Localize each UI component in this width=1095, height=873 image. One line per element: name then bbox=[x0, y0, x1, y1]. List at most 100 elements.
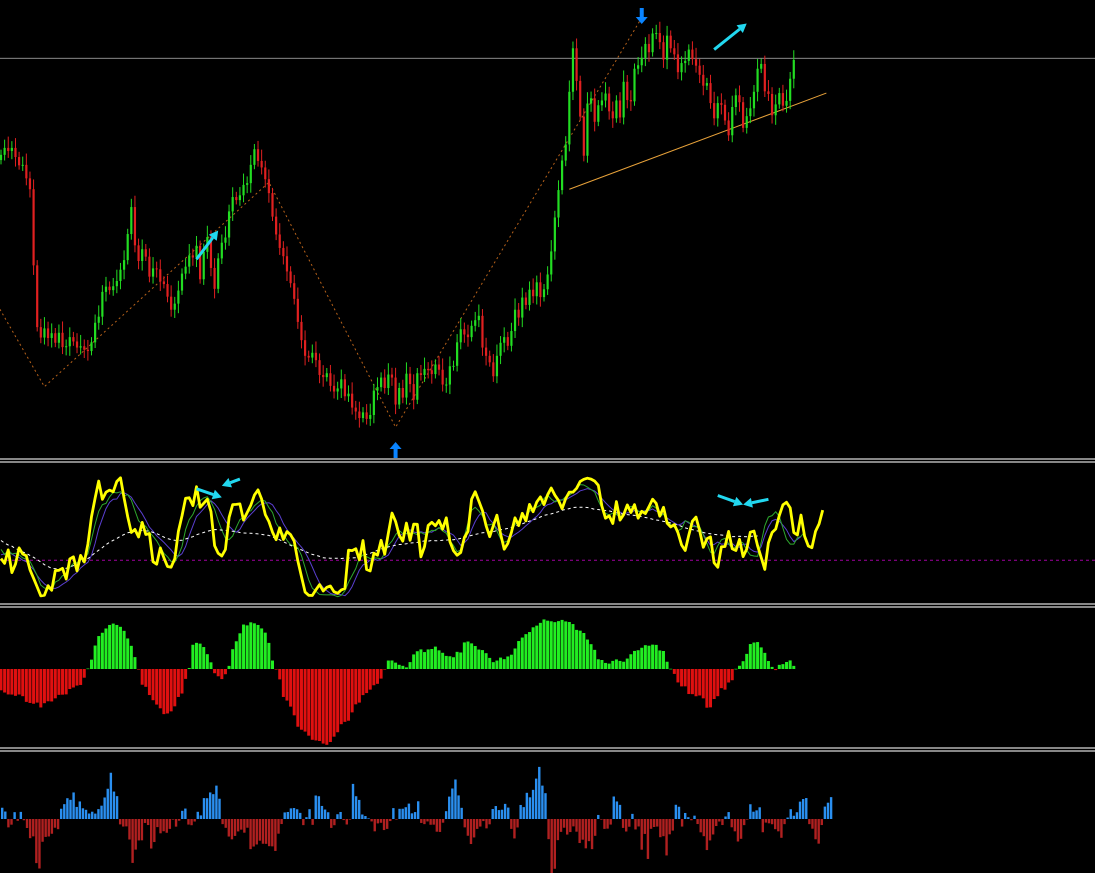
candle-body bbox=[224, 237, 227, 243]
volume-delta-bar bbox=[227, 819, 231, 837]
histogram-bar bbox=[347, 669, 351, 721]
volume-delta-bar bbox=[410, 813, 414, 819]
histogram-bar bbox=[423, 652, 427, 669]
candle-body bbox=[575, 48, 578, 81]
histogram-bar bbox=[61, 669, 65, 695]
volume-delta-bar bbox=[385, 819, 389, 829]
candle-body bbox=[745, 116, 748, 128]
candle-body bbox=[564, 144, 567, 161]
volume-delta-bar bbox=[792, 815, 796, 819]
volume-delta-bar bbox=[699, 819, 702, 833]
volume-delta-bar bbox=[739, 819, 743, 839]
volume-delta-bar bbox=[510, 819, 513, 829]
candle-body bbox=[108, 286, 111, 291]
volume-delta-bar bbox=[100, 805, 103, 819]
histogram-bar bbox=[354, 669, 358, 705]
candle-body bbox=[474, 320, 477, 326]
volume-delta-bar bbox=[454, 779, 457, 819]
histogram-bar bbox=[104, 628, 108, 669]
histogram-bar bbox=[444, 655, 448, 669]
histogram-bar bbox=[419, 649, 423, 669]
volume-delta-bar bbox=[646, 819, 650, 859]
histogram-bar bbox=[625, 658, 629, 669]
candle-body bbox=[582, 116, 585, 156]
volume-delta-bar bbox=[314, 795, 317, 819]
histogram-bar bbox=[93, 645, 97, 669]
volume-delta-bar bbox=[292, 808, 296, 819]
candle-body bbox=[101, 291, 104, 317]
candle-body bbox=[665, 35, 669, 60]
volume-delta-bar bbox=[432, 819, 435, 825]
histogram-bar bbox=[140, 669, 144, 685]
histogram-bar bbox=[683, 669, 687, 687]
histogram-bar bbox=[513, 648, 517, 669]
volume-delta-bar bbox=[63, 804, 66, 819]
volume-delta-bar bbox=[575, 819, 578, 832]
candle-body bbox=[401, 388, 404, 398]
candle-body bbox=[79, 346, 82, 348]
candle-body bbox=[10, 147, 13, 151]
volume-delta-bar bbox=[522, 807, 525, 819]
histogram-bar bbox=[191, 644, 195, 669]
volume-delta-bar bbox=[392, 808, 395, 819]
histogram-bar bbox=[314, 669, 318, 741]
candle-body bbox=[561, 160, 564, 191]
volume-delta-bar bbox=[59, 808, 63, 819]
histogram-bar bbox=[336, 669, 340, 733]
histogram-bar bbox=[528, 632, 532, 669]
histogram-bar bbox=[756, 642, 760, 669]
histogram-bar bbox=[180, 669, 184, 694]
candle-body bbox=[760, 63, 763, 69]
candle-body bbox=[488, 355, 491, 363]
histogram-bar bbox=[299, 669, 303, 730]
candle-body bbox=[546, 274, 549, 290]
volume-delta-bar bbox=[128, 819, 131, 840]
volume-delta-bar bbox=[503, 803, 507, 819]
histogram-bar bbox=[397, 664, 401, 669]
candle bbox=[416, 368, 419, 405]
volume-delta-bar bbox=[143, 819, 147, 823]
candle-body bbox=[278, 234, 281, 248]
candle-body bbox=[600, 100, 604, 106]
volume-delta-bar bbox=[280, 819, 283, 825]
volume-delta-bar bbox=[354, 796, 358, 819]
candle-body bbox=[7, 147, 10, 151]
histogram-bar bbox=[618, 660, 622, 669]
volume-delta-bar bbox=[91, 811, 94, 819]
candle-body bbox=[260, 160, 263, 168]
histogram-bar bbox=[745, 653, 749, 669]
volume-delta-bar bbox=[621, 819, 625, 828]
candle-body bbox=[0, 154, 3, 161]
candle-body bbox=[372, 390, 375, 415]
histogram-bar bbox=[719, 669, 723, 689]
volume-delta-bar bbox=[7, 819, 10, 828]
volume-delta-bar bbox=[255, 819, 258, 845]
candle-body bbox=[155, 268, 158, 270]
histogram-bar bbox=[604, 662, 608, 669]
volume-delta-bar bbox=[674, 804, 678, 819]
histogram-bar bbox=[386, 660, 390, 669]
histogram-bar bbox=[17, 669, 21, 695]
candle-body bbox=[702, 74, 705, 86]
histogram-bar bbox=[578, 630, 582, 669]
volume-delta-bar bbox=[643, 819, 647, 834]
histogram-bar bbox=[499, 657, 503, 669]
volume-delta-bar bbox=[538, 766, 541, 819]
volume-delta-bar bbox=[531, 789, 535, 819]
histogram-bar bbox=[560, 619, 564, 669]
volume-delta-bar bbox=[662, 819, 665, 837]
candle-body bbox=[680, 63, 683, 73]
volume-delta-bar bbox=[240, 819, 243, 830]
histogram-bar bbox=[343, 669, 347, 722]
candle-body bbox=[405, 373, 408, 398]
volume-delta-bar bbox=[218, 798, 221, 819]
histogram-bar bbox=[582, 633, 586, 669]
volume-delta-bar bbox=[780, 819, 783, 838]
volume-delta-bar bbox=[382, 819, 386, 831]
volume-delta-bar bbox=[53, 819, 57, 828]
histogram-bar bbox=[709, 669, 713, 708]
volume-delta-bar bbox=[84, 809, 88, 819]
histogram-bar bbox=[205, 654, 209, 669]
candle-body bbox=[369, 414, 372, 419]
histogram-bar bbox=[318, 669, 322, 741]
